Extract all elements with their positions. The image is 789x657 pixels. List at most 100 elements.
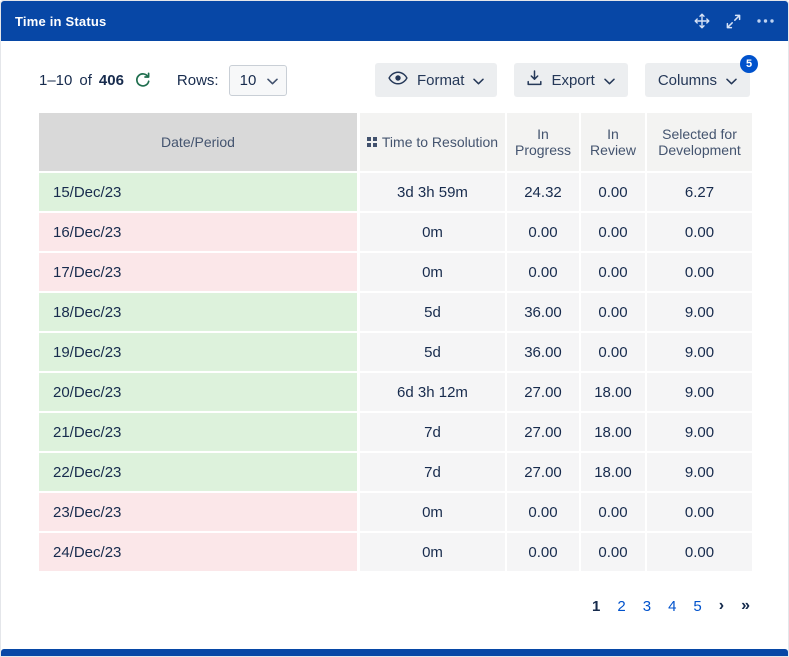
selected-for-development-cell: 0.00 bbox=[645, 493, 752, 533]
date-cell: 15/Dec/23 bbox=[39, 173, 357, 213]
gadget-header-actions bbox=[694, 13, 774, 29]
selected-for-development-cell: 9.00 bbox=[645, 373, 752, 413]
page-link-5[interactable]: 5 bbox=[693, 598, 701, 615]
in-progress-cell: 24.32 bbox=[505, 173, 579, 213]
date-cell: 22/Dec/23 bbox=[39, 453, 357, 493]
selected-for-development-cell: 9.00 bbox=[645, 413, 752, 453]
table-row: 20/Dec/23 6d 3h 12m 27.00 18.00 9.00 bbox=[39, 373, 752, 413]
header-time-to-resolution[interactable]: Time to Resolution bbox=[357, 113, 505, 173]
table-row: 24/Dec/23 0m 0.00 0.00 0.00 bbox=[39, 533, 752, 573]
table-row: 15/Dec/23 3d 3h 59m 24.32 0.00 6.27 bbox=[39, 173, 752, 213]
selected-for-development-cell: 0.00 bbox=[645, 533, 752, 573]
pagination: 1 2 3 4 5 › » bbox=[1, 597, 750, 615]
range-text: 1–10 bbox=[39, 72, 72, 89]
header-in-progress[interactable]: In Progress bbox=[505, 113, 579, 173]
date-cell: 23/Dec/23 bbox=[39, 493, 357, 533]
table-row: 21/Dec/23 7d 27.00 18.00 9.00 bbox=[39, 413, 752, 453]
page-1-current[interactable]: 1 bbox=[592, 598, 600, 615]
download-icon bbox=[527, 70, 542, 90]
in-progress-cell: 0.00 bbox=[505, 253, 579, 293]
in-progress-cell: 27.00 bbox=[505, 373, 579, 413]
rows-per-page-value: 10 bbox=[240, 72, 257, 89]
time-to-resolution-cell: 0m bbox=[357, 213, 505, 253]
refresh-icon[interactable] bbox=[135, 72, 151, 88]
table-row: 18/Dec/23 5d 36.00 0.00 9.00 bbox=[39, 293, 752, 333]
page-link-3[interactable]: 3 bbox=[643, 598, 651, 615]
in-review-cell: 0.00 bbox=[579, 293, 645, 333]
time-to-resolution-cell: 0m bbox=[357, 253, 505, 293]
table-toolbar: 1–10 of 406 Rows: 10 bbox=[1, 41, 788, 113]
time-to-resolution-cell: 7d bbox=[357, 453, 505, 493]
time-to-resolution-cell: 5d bbox=[357, 333, 505, 373]
table-row: 22/Dec/23 7d 27.00 18.00 9.00 bbox=[39, 453, 752, 493]
gadget-header: Time in Status bbox=[1, 1, 788, 41]
page-link-2[interactable]: 2 bbox=[617, 598, 625, 615]
time-to-resolution-cell: 5d bbox=[357, 293, 505, 333]
in-review-cell: 18.00 bbox=[579, 453, 645, 493]
header-time-to-resolution-label: Time to Resolution bbox=[382, 134, 498, 150]
date-cell: 19/Dec/23 bbox=[39, 333, 357, 373]
next-gadget-header-strip bbox=[1, 649, 788, 656]
in-review-cell: 0.00 bbox=[579, 333, 645, 373]
toolbar-buttons: Format Export Columns bbox=[375, 63, 750, 97]
column-drag-icon bbox=[367, 134, 377, 150]
selected-for-development-cell: 9.00 bbox=[645, 293, 752, 333]
last-page-icon[interactable]: » bbox=[741, 597, 750, 615]
rows-per-page-label: Rows: bbox=[177, 72, 219, 89]
result-range: 1–10 of 406 bbox=[39, 72, 151, 89]
in-progress-cell: 0.00 bbox=[505, 213, 579, 253]
table-row: 16/Dec/23 0m 0.00 0.00 0.00 bbox=[39, 213, 752, 253]
chevron-down-icon bbox=[267, 72, 278, 89]
table-row: 19/Dec/23 5d 36.00 0.00 9.00 bbox=[39, 333, 752, 373]
more-actions-icon[interactable] bbox=[757, 19, 774, 23]
in-progress-cell: 36.00 bbox=[505, 333, 579, 373]
header-date-period[interactable]: Date/Period bbox=[39, 113, 357, 173]
header-selected-for-development[interactable]: Selected for Development bbox=[645, 113, 752, 173]
next-page-icon[interactable]: › bbox=[719, 597, 724, 615]
selected-for-development-cell: 9.00 bbox=[645, 333, 752, 373]
in-review-cell: 0.00 bbox=[579, 173, 645, 213]
time-in-status-gadget: Time in Status 1–10 of bbox=[0, 0, 789, 657]
columns-button-label: Columns bbox=[658, 72, 717, 89]
table-header-row: Date/Period Time to Resolution In Progre… bbox=[39, 113, 752, 173]
range-of-label: of bbox=[79, 72, 92, 89]
selected-for-development-cell: 6.27 bbox=[645, 173, 752, 213]
in-review-cell: 0.00 bbox=[579, 213, 645, 253]
time-to-resolution-cell: 3d 3h 59m bbox=[357, 173, 505, 213]
columns-button[interactable]: Columns 5 bbox=[645, 63, 750, 97]
header-in-review[interactable]: In Review bbox=[579, 113, 645, 173]
in-progress-cell: 0.00 bbox=[505, 533, 579, 573]
range-total: 406 bbox=[99, 72, 124, 89]
in-review-cell: 18.00 bbox=[579, 413, 645, 453]
export-button[interactable]: Export bbox=[514, 63, 627, 97]
date-cell: 20/Dec/23 bbox=[39, 373, 357, 413]
gadget-title: Time in Status bbox=[15, 14, 694, 29]
eye-icon bbox=[388, 71, 408, 89]
table-row: 23/Dec/23 0m 0.00 0.00 0.00 bbox=[39, 493, 752, 533]
selected-for-development-cell: 0.00 bbox=[645, 213, 752, 253]
move-icon[interactable] bbox=[694, 13, 710, 29]
time-to-resolution-cell: 0m bbox=[357, 533, 505, 573]
selected-for-development-cell: 0.00 bbox=[645, 253, 752, 293]
date-cell: 18/Dec/23 bbox=[39, 293, 357, 333]
page-link-4[interactable]: 4 bbox=[668, 598, 676, 615]
selected-for-development-cell: 9.00 bbox=[645, 453, 752, 493]
chevron-down-icon bbox=[726, 72, 737, 89]
rows-per-page-select[interactable]: 10 bbox=[229, 65, 287, 96]
in-review-cell: 18.00 bbox=[579, 373, 645, 413]
in-progress-cell: 27.00 bbox=[505, 413, 579, 453]
format-button[interactable]: Format bbox=[375, 63, 498, 97]
in-review-cell: 0.00 bbox=[579, 253, 645, 293]
chevron-down-icon bbox=[604, 72, 615, 89]
in-progress-cell: 36.00 bbox=[505, 293, 579, 333]
time-to-resolution-cell: 6d 3h 12m bbox=[357, 373, 505, 413]
in-review-cell: 0.00 bbox=[579, 533, 645, 573]
date-cell: 16/Dec/23 bbox=[39, 213, 357, 253]
in-review-cell: 0.00 bbox=[579, 493, 645, 533]
expand-icon[interactable] bbox=[726, 14, 741, 29]
date-cell: 24/Dec/23 bbox=[39, 533, 357, 573]
format-button-label: Format bbox=[417, 72, 465, 89]
date-cell: 21/Dec/23 bbox=[39, 413, 357, 453]
date-cell: 17/Dec/23 bbox=[39, 253, 357, 293]
columns-count-badge: 5 bbox=[740, 55, 758, 73]
